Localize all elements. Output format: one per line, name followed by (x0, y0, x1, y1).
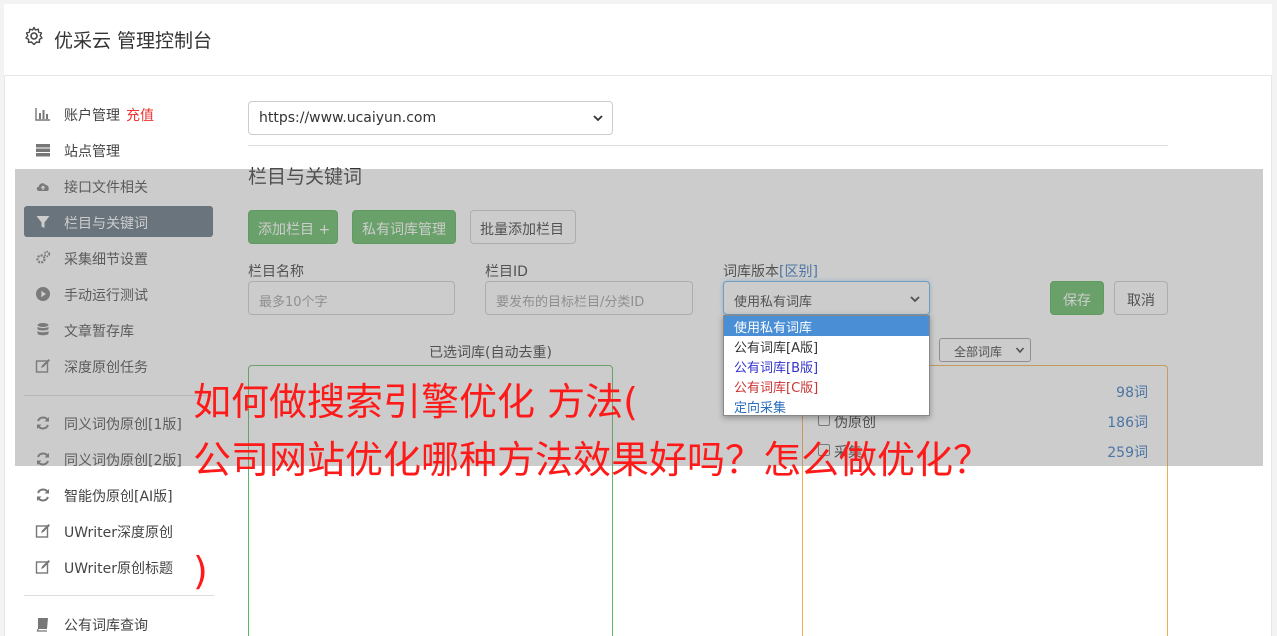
book-icon (36, 618, 48, 632)
gear-icon (25, 26, 43, 46)
sidebar-item-ai-rewrite[interactable]: 智能伪原创[AI版] (24, 479, 213, 510)
sidebar-item-uwriter-deep[interactable]: UWriter深度原创 (24, 515, 213, 546)
sidebar-item-label: 站点管理 (64, 144, 120, 160)
edit-icon (35, 560, 50, 574)
sidebar-item-label: 账户管理 (64, 108, 120, 124)
overlay-text-line1: 如何做搜索引擎优化 方法( (193, 380, 638, 424)
chevron-down-icon (593, 115, 603, 122)
dropdown-option[interactable]: 公有词库[B版] (724, 356, 929, 376)
recharge-link[interactable]: 充值 (126, 108, 154, 124)
site-select[interactable]: https://www.ucaiyun.com (248, 101, 613, 135)
sidebar-item-label: 公有词库查询 (64, 618, 148, 634)
console-header: 优采云 管理控制台 (4, 4, 1272, 76)
server-icon (36, 144, 50, 157)
edit-icon (35, 524, 50, 538)
dropdown-option[interactable]: 公有词库[A版] (724, 336, 929, 356)
sidebar-divider (24, 595, 214, 596)
overlay-text-line2: 公司网站优化哪种方法效果好吗？怎么做优化？ (193, 438, 992, 482)
sidebar-item-label: UWriter深度原创 (64, 525, 173, 541)
bar-chart-icon (35, 108, 50, 121)
sidebar-item-sites[interactable]: 站点管理 (24, 134, 213, 165)
dropdown-option[interactable]: 使用私有词库 (724, 316, 929, 336)
site-select-value: https://www.ucaiyun.com (259, 110, 437, 126)
refresh-icon (37, 488, 49, 502)
dropdown-option[interactable]: 公有词库[C版] (724, 376, 929, 396)
page-title: 优采云 管理控制台 (54, 30, 213, 52)
lib-version-dropdown[interactable]: 使用私有词库 公有词库[A版] 公有词库[B版] 公有词库[C版] 定向采集 (723, 315, 930, 416)
overlay-text-line3: ) (193, 549, 208, 593)
sidebar-item-uwriter-title[interactable]: UWriter原创标题 (24, 551, 213, 582)
sidebar-item-account[interactable]: 账户管理 充值 (24, 98, 213, 129)
dropdown-option[interactable]: 定向采集 (724, 396, 929, 416)
sidebar-item-label: UWriter原创标题 (64, 561, 173, 577)
divider (248, 145, 1168, 146)
sidebar-item-public-lib[interactable]: 公有词库查询 (24, 608, 213, 636)
sidebar-item-label: 智能伪原创[AI版] (64, 489, 173, 505)
